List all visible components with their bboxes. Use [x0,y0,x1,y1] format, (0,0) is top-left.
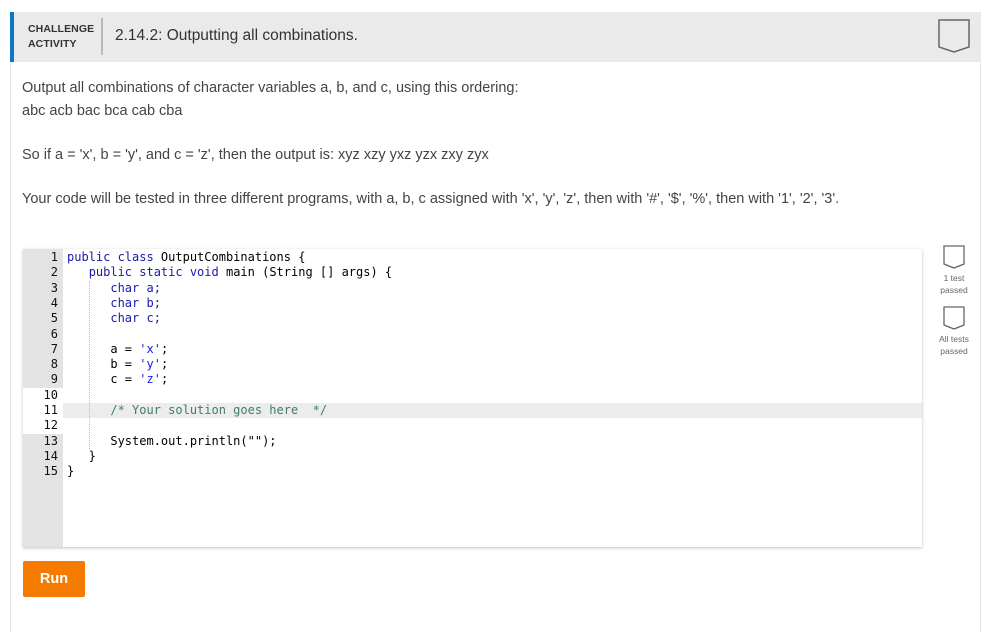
keyword-token: char [110,295,147,310]
code-text: c = 'z'; [67,372,168,387]
badge-line-2: ACTIVITY [28,38,77,50]
line-number: 3 [50,280,58,295]
instructions-line-1: Output all combinations of character var… [22,80,519,96]
code-token: ; [160,341,169,356]
line-number: 4 [50,295,58,310]
code-text: } [67,449,96,464]
header-divider [101,18,103,55]
run-button[interactable]: Run [23,561,85,597]
code-token: ; [160,372,169,387]
code-text: public class OutputCombinations { [67,250,305,265]
code-text: } [67,464,74,479]
keyword-token: char [110,311,147,326]
code-text: System.out.println(""); [67,433,277,449]
line-number: 2 [50,265,58,280]
line-number: 6 [50,326,58,341]
bookmark-outline-icon [943,245,965,269]
code-token: } [67,464,75,479]
code-editor[interactable]: 1 public class OutputCombinations {2 publ… [23,249,922,547]
code-line[interactable]: 13 System.out.println(""); [23,434,922,449]
keyword-token: c; [146,311,161,326]
line-number: 9 [50,372,58,387]
code-token: main (String [] args) { [225,265,393,280]
line-number: 5 [50,311,58,326]
challenge-activity-badge: CHALLENGE ACTIVITY [28,22,94,52]
test-label-line-2: passed [940,285,968,295]
keyword-token: public static void [88,265,226,280]
string-token: 'z' [139,372,161,387]
test-status-one-passed: 1 test passed [928,245,980,296]
keyword-token: b; [146,295,161,310]
code-text: b = 'y'; [67,357,168,372]
code-token: ; [160,357,169,372]
code-text: char b; [67,296,161,311]
code-token: OutputCombinations { [160,250,306,264]
code-text: /* Your solution goes here */ [67,403,327,418]
code-line[interactable]: 10 [23,388,922,403]
test-label-line-1: All tests [939,334,969,344]
line-number: 10 [43,387,58,402]
line-number: 8 [50,357,58,372]
instructions-ordering: abc acb bac bca cab cba [22,103,183,119]
line-number: 1 [50,250,58,264]
keyword-token: a; [146,280,161,295]
line-number: 15 [43,464,58,479]
instructions-example: So if a = 'x', b = 'y', and c = 'z', the… [22,147,489,163]
test-label-line-1: 1 test [943,273,965,283]
line-number: 13 [43,433,58,448]
code-line[interactable]: 5 char c; [23,311,922,326]
code-line[interactable]: 7 a = 'x'; [23,342,922,357]
test-status-all-passed: All tests passed [928,306,980,357]
instructions-testing: Your code will be tested in three differ… [22,191,840,207]
keyword-token: char [110,280,147,295]
code-text: char a; [67,281,161,296]
bookmark-outline-icon [938,19,970,53]
badge-line-1: CHALLENGE [28,23,95,35]
code-line[interactable]: 4 char b; [23,296,922,311]
code-token: System.out.println(""); [67,433,277,448]
code-line[interactable]: 14 } [23,449,922,464]
code-line[interactable]: 11 /* Your solution goes here */ [44,403,922,419]
code-text: a = 'x'; [67,342,168,357]
code-line[interactable]: 15} [23,464,922,479]
code-token: c = [67,372,140,387]
code-line[interactable]: 1 public class OutputCombinations { [23,250,922,265]
code-line[interactable]: 3 char a; [23,281,922,296]
test-status-panel: 1 test passed All tests passed [928,245,980,357]
code-text: char c; [67,311,161,326]
code-line[interactable]: 2 public static void main (String [] arg… [23,265,922,280]
line-number: 12 [43,418,58,433]
keyword-token: public class [67,250,161,264]
test-label-line-2: passed [940,346,968,356]
code-line[interactable]: 9 c = 'z'; [23,372,922,387]
indent-guide [89,280,90,449]
activity-title: 2.14.2: Outputting all combinations. [115,27,358,44]
string-token: 'x' [139,341,161,356]
challenge-header: CHALLENGE ACTIVITY 2.14.2: Outputting al… [10,12,981,62]
code-text: public static void main (String [] args)… [67,265,392,280]
comment-token: /* Your solution goes here */ [110,403,328,417]
string-token: 'y' [139,357,161,372]
line-number: 11 [43,403,58,417]
code-line[interactable]: 8 b = 'y'; [23,357,922,372]
line-number: 14 [43,448,58,463]
code-token: a = [67,341,140,356]
line-number: 7 [50,341,58,356]
code-line[interactable]: 12 [23,418,922,433]
code-line[interactable]: 6 [23,327,922,342]
code-token: } [67,448,96,463]
code-token: b = [67,357,140,372]
bookmark-outline-icon [943,306,965,330]
